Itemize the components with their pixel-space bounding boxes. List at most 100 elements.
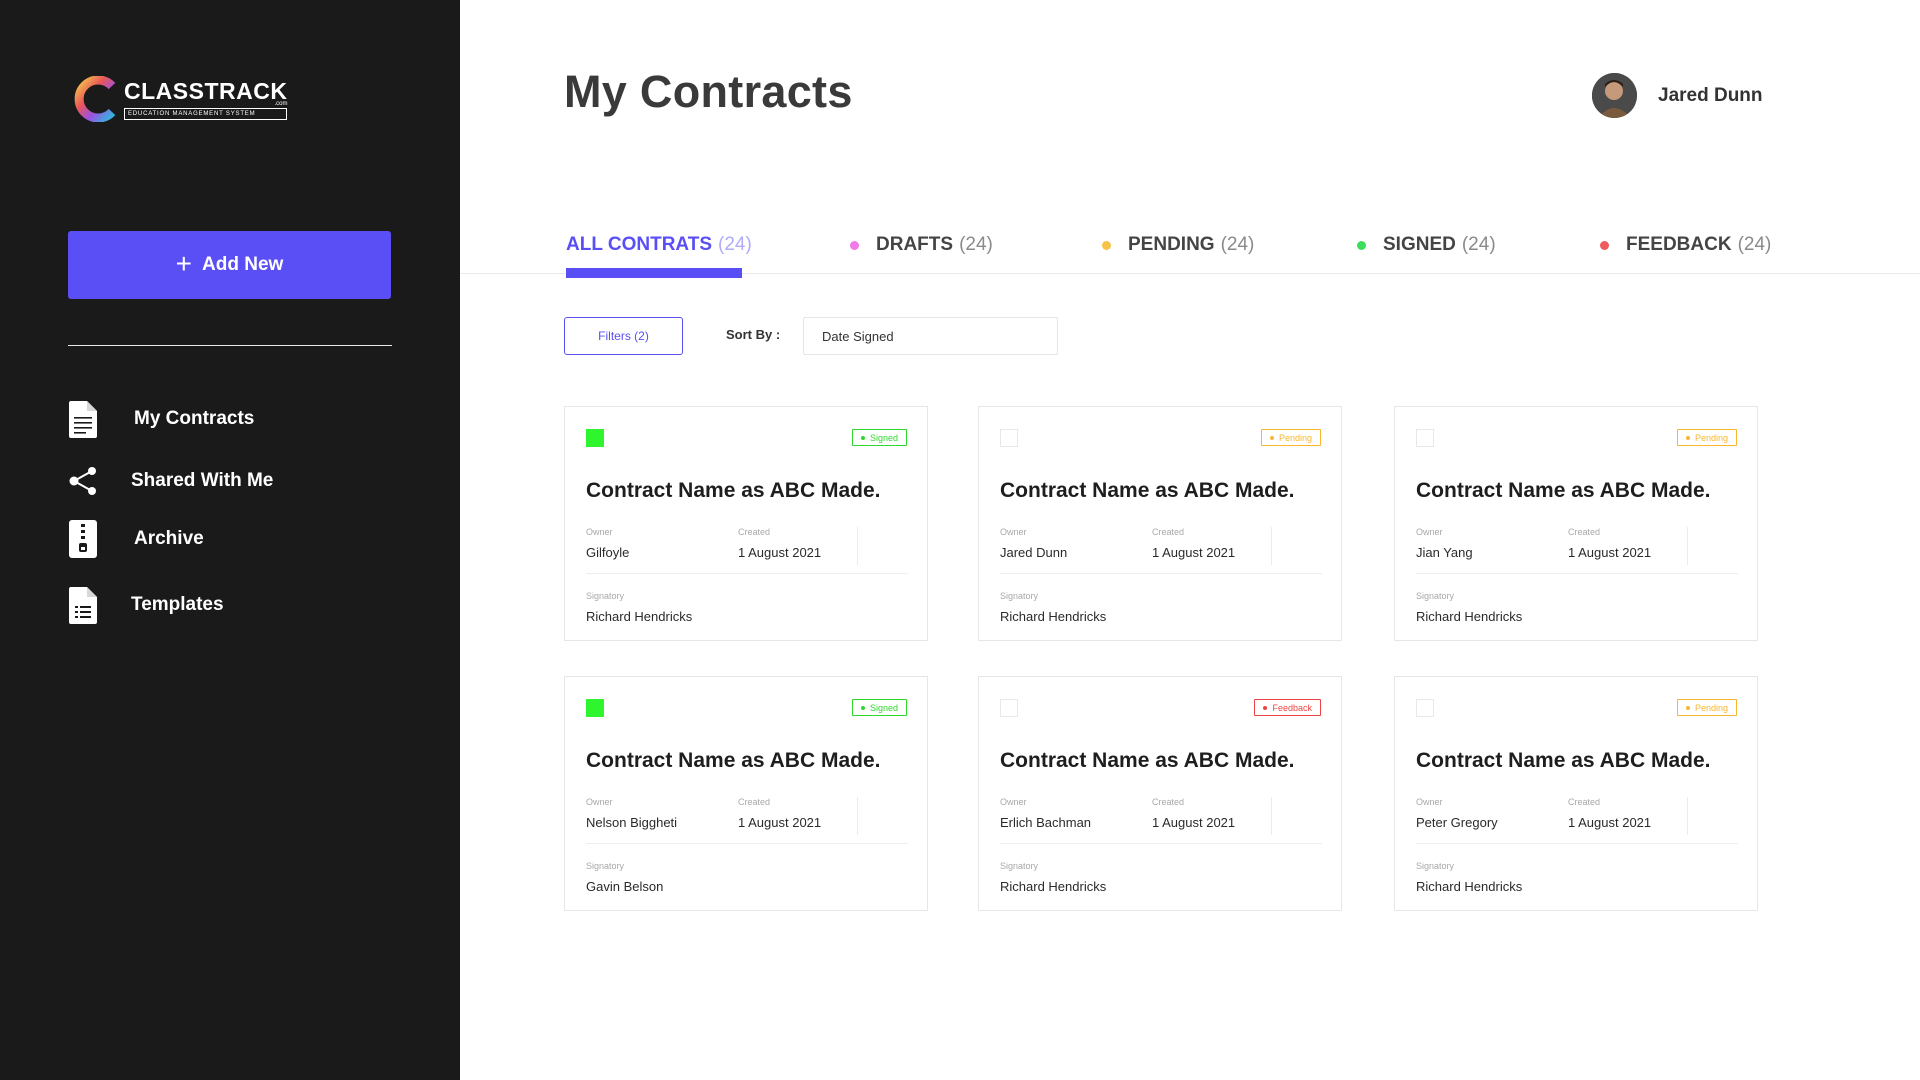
user-profile[interactable]: Jared Dunn bbox=[1592, 73, 1763, 118]
avatar bbox=[1592, 73, 1637, 118]
status-dot-icon bbox=[1685, 705, 1690, 710]
add-new-label: Add New bbox=[202, 254, 284, 275]
status-dot-icon bbox=[860, 435, 865, 440]
signed-dot-icon bbox=[1357, 240, 1366, 250]
add-new-button[interactable]: + Add New bbox=[68, 231, 391, 299]
sort-by-select[interactable]: Date Signed bbox=[803, 317, 1058, 355]
card-checkbox[interactable] bbox=[586, 699, 604, 717]
contract-card[interactable]: Feedback Contract Name as ABC Made. Owner E… bbox=[978, 676, 1342, 911]
status-dot-icon bbox=[1685, 435, 1690, 440]
drafts-dot-icon bbox=[850, 240, 859, 250]
sort-by-label: Sort By : bbox=[726, 327, 781, 342]
contract-meta: Owner Erlich Bachman Created 1 August 2021 bbox=[1000, 797, 1322, 844]
owner-label: Owner bbox=[1416, 797, 1443, 807]
contract-meta: Owner Jian Yang Created 1 August 2021 bbox=[1416, 527, 1738, 574]
contract-card[interactable]: Pending Contract Name as ABC Made. Owner Ji… bbox=[1394, 406, 1758, 641]
tab-signed[interactable]: SIGNED (24) bbox=[1357, 234, 1496, 256]
meta-divider bbox=[1271, 797, 1272, 835]
created-value: 1 August 2021 bbox=[1152, 545, 1236, 560]
status-dot-icon bbox=[860, 705, 865, 710]
signatory-value: Richard Hendricks bbox=[586, 609, 693, 624]
tab-label: FEEDBACK bbox=[1626, 234, 1732, 255]
signatory-field: Signatory Richard Hendricks bbox=[1416, 861, 1522, 894]
owner-field: Owner Nelson Biggheti bbox=[586, 797, 677, 830]
contract-title[interactable]: Contract Name as ABC Made. bbox=[586, 749, 880, 773]
card-checkbox[interactable] bbox=[586, 429, 604, 447]
tab-pending[interactable]: PENDING (24) bbox=[1102, 234, 1254, 256]
meta-divider bbox=[1271, 527, 1272, 565]
tab-drafts[interactable]: DRAFTS (24) bbox=[850, 234, 993, 256]
owner-label: Owner bbox=[1000, 797, 1027, 807]
signatory-label: Signatory bbox=[586, 591, 625, 601]
signatory-field: Signatory Richard Hendricks bbox=[1416, 591, 1522, 624]
created-label: Created bbox=[738, 527, 771, 537]
status-badge-label: Signed bbox=[869, 702, 898, 713]
status-badge-label: Pending bbox=[1694, 702, 1728, 713]
owner-label: Owner bbox=[1416, 527, 1443, 537]
contract-title[interactable]: Contract Name as ABC Made. bbox=[1416, 479, 1710, 503]
contract-meta: Owner Jared Dunn Created 1 August 2021 bbox=[1000, 527, 1322, 574]
sidebar-item-label: My Contracts bbox=[134, 408, 255, 429]
created-value: 1 August 2021 bbox=[1568, 545, 1652, 560]
created-value: 1 August 2021 bbox=[738, 815, 822, 830]
card-checkbox[interactable] bbox=[1000, 429, 1018, 447]
logo-name: CLASSTRACK bbox=[124, 77, 288, 104]
card-checkbox[interactable] bbox=[1416, 429, 1434, 447]
owner-field: Owner Erlich Bachman bbox=[1000, 797, 1091, 830]
page-title: My Contracts bbox=[564, 66, 853, 117]
contract-card[interactable]: Pending Contract Name as ABC Made. Owner Pe… bbox=[1394, 676, 1758, 911]
owner-field: Owner Jared Dunn bbox=[1000, 527, 1067, 560]
signatory-value: Richard Hendricks bbox=[1416, 609, 1523, 624]
logo-domain: .com bbox=[274, 100, 288, 107]
created-field: Created 1 August 2021 bbox=[1568, 527, 1651, 560]
contract-title[interactable]: Contract Name as ABC Made. bbox=[586, 479, 880, 503]
contract-title[interactable]: Contract Name as ABC Made. bbox=[1416, 749, 1710, 773]
filters-button[interactable]: Filters (2) bbox=[564, 317, 683, 355]
signatory-field: Signatory Richard Hendricks bbox=[586, 591, 692, 624]
card-checkbox[interactable] bbox=[1416, 699, 1434, 717]
sidebar-item-shared-with-me[interactable]: Shared With Me bbox=[68, 462, 273, 500]
status-badge-label: Pending bbox=[1694, 432, 1728, 443]
created-value: 1 August 2021 bbox=[738, 545, 822, 560]
sidebar-item-label: Shared With Me bbox=[131, 470, 274, 491]
owner-value: Erlich Bachman bbox=[1000, 815, 1092, 830]
signatory-value: Richard Hendricks bbox=[1000, 609, 1107, 624]
owner-label: Owner bbox=[586, 527, 613, 537]
archive-icon bbox=[68, 520, 98, 558]
owner-label: Owner bbox=[1000, 527, 1027, 537]
signatory-field: Signatory Richard Hendricks bbox=[1000, 591, 1106, 624]
sidebar-item-templates[interactable]: Templates bbox=[68, 586, 224, 624]
owner-value: Jian Yang bbox=[1416, 545, 1473, 560]
sidebar-item-my-contracts[interactable]: My Contracts bbox=[68, 400, 254, 438]
logo[interactable]: CLASSTRACK .com EDUCATION MANAGEMENT SYS… bbox=[74, 75, 288, 123]
contract-card[interactable]: Pending Contract Name as ABC Made. Owner Ja… bbox=[978, 406, 1342, 641]
tab-count: (24) bbox=[1737, 234, 1772, 255]
feedback-dot-icon bbox=[1600, 240, 1609, 250]
created-field: Created 1 August 2021 bbox=[1152, 527, 1235, 560]
created-value: 1 August 2021 bbox=[1152, 815, 1236, 830]
signatory-label: Signatory bbox=[1416, 591, 1455, 601]
tab-feedback[interactable]: FEEDBACK (24) bbox=[1600, 234, 1771, 256]
sidebar-item-archive[interactable]: Archive bbox=[68, 520, 204, 558]
signatory-value: Gavin Belson bbox=[586, 879, 664, 894]
signatory-label: Signatory bbox=[1000, 861, 1039, 871]
created-field: Created 1 August 2021 bbox=[738, 797, 821, 830]
tab-label: DRAFTS bbox=[876, 234, 954, 255]
tab-all-contracts[interactable]: ALL CONTRATS (24) bbox=[566, 234, 752, 256]
created-field: Created 1 August 2021 bbox=[1152, 797, 1235, 830]
sidebar: CLASSTRACK .com EDUCATION MANAGEMENT SYS… bbox=[0, 0, 460, 1080]
pending-dot-icon bbox=[1102, 240, 1111, 250]
owner-value: Peter Gregory bbox=[1416, 815, 1498, 830]
card-checkbox[interactable] bbox=[1000, 699, 1018, 717]
contract-title[interactable]: Contract Name as ABC Made. bbox=[1000, 479, 1294, 503]
share-icon bbox=[68, 462, 98, 500]
contract-card[interactable]: Signed Contract Name as ABC Made. Owner Gil… bbox=[564, 406, 928, 641]
contract-title[interactable]: Contract Name as ABC Made. bbox=[1000, 749, 1294, 773]
sidebar-item-label: Archive bbox=[134, 528, 204, 549]
status-dot-icon bbox=[1263, 705, 1268, 710]
created-value: 1 August 2021 bbox=[1568, 815, 1652, 830]
owner-field: Owner Peter Gregory bbox=[1416, 797, 1498, 830]
status-badge: Feedback bbox=[1254, 699, 1321, 716]
contract-card[interactable]: Signed Contract Name as ABC Made. Owner Nel… bbox=[564, 676, 928, 911]
owner-field: Owner Jian Yang bbox=[1416, 527, 1473, 560]
